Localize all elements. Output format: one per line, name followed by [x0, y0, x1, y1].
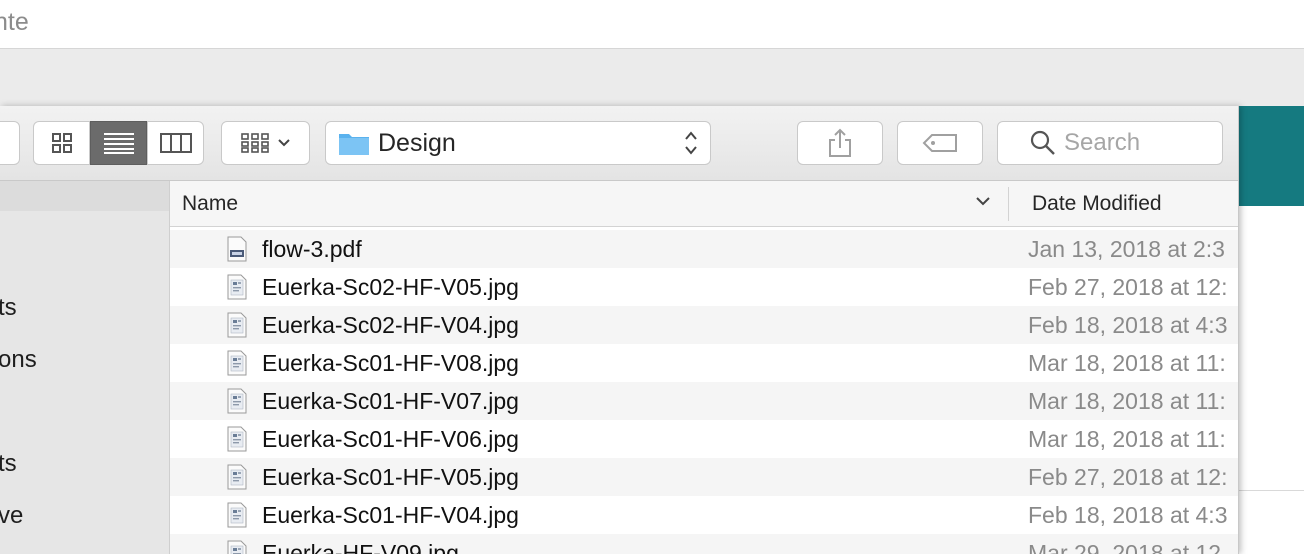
file-date-modified: Mar 18, 2018 at 11: — [1028, 388, 1226, 414]
page-title: nte — [0, 8, 29, 36]
dialog-toolbar: Design Search — [0, 106, 1238, 181]
image-file-icon — [227, 502, 247, 528]
file-name: Euerka-Sc02-HF-V04.jpg — [262, 312, 519, 338]
file-date-modified: Mar 29, 2018 at 12 — [1028, 540, 1222, 554]
view-mode-control — [33, 121, 204, 165]
search-input[interactable]: Search — [1064, 129, 1140, 157]
background-toolbar — [0, 49, 1304, 105]
folder-popup[interactable]: Design — [325, 121, 711, 165]
file-row[interactable]: flow-3.pdf Jan 13, 2018 at 2:3 — [170, 230, 1238, 268]
column-separator[interactable] — [1008, 187, 1009, 221]
image-file-icon — [227, 350, 247, 376]
search-field[interactable]: Search — [997, 121, 1223, 165]
list-view-icon — [103, 133, 134, 154]
share-icon — [829, 128, 851, 157]
sidebar: ts ons ts ve — [0, 181, 170, 554]
arrange-grid-icon — [240, 133, 269, 153]
file-date-modified: Feb 27, 2018 at 12: — [1028, 274, 1228, 300]
file-name: Euerka-Sc01-HF-V08.jpg — [262, 350, 519, 376]
column-name-header[interactable]: Name — [182, 192, 238, 216]
image-file-icon — [227, 540, 247, 554]
sidebar-item-1[interactable]: ts — [0, 294, 17, 322]
tag-button[interactable] — [897, 121, 983, 165]
image-file-icon — [227, 388, 247, 414]
folder-name: Design — [378, 128, 456, 157]
file-row[interactable]: Euerka-Sc01-HF-V04.jpg Feb 18, 2018 at 4:… — [170, 496, 1238, 534]
sort-chevron-icon[interactable] — [975, 195, 991, 207]
file-name: Euerka-Sc02-HF-V05.jpg — [262, 274, 519, 300]
file-row[interactable]: Euerka-Sc01-HF-V05.jpg Feb 27, 2018 at 12… — [170, 458, 1238, 496]
file-date-modified: Mar 18, 2018 at 11: — [1028, 350, 1226, 376]
file-date-modified: Jan 13, 2018 at 2:3 — [1028, 236, 1225, 262]
image-file-icon — [227, 274, 247, 300]
chevron-down-icon — [277, 139, 290, 147]
folder-icon — [339, 134, 369, 155]
file-row[interactable]: Euerka-Sc01-HF-V06.jpg Mar 18, 2018 at 11… — [170, 420, 1238, 458]
search-icon — [1030, 130, 1055, 155]
file-row[interactable]: Euerka-Sc02-HF-V04.jpg Feb 18, 2018 at 4:… — [170, 306, 1238, 344]
background-accent-bar — [1234, 106, 1304, 206]
background-content — [1234, 206, 1304, 554]
file-row[interactable]: Euerka-Sc02-HF-V05.jpg Feb 27, 2018 at 12… — [170, 268, 1238, 306]
file-name: Euerka-Sc01-HF-V07.jpg — [262, 388, 519, 414]
column-view-icon — [159, 133, 192, 153]
file-row[interactable]: Euerka-Sc01-HF-V08.jpg Mar 18, 2018 at 11… — [170, 344, 1238, 382]
image-file-icon — [227, 312, 247, 338]
file-date-modified: Feb 18, 2018 at 4:3 — [1028, 312, 1228, 338]
pdf-file-icon — [227, 236, 247, 262]
image-file-icon — [227, 426, 247, 452]
sidebar-item-2[interactable]: ons — [0, 346, 37, 374]
sidebar-selected-item[interactable] — [0, 181, 169, 211]
image-file-icon — [227, 464, 247, 490]
column-date-header[interactable]: Date Modified — [1032, 192, 1162, 216]
column-header: Name Date Modified — [170, 181, 1238, 227]
file-name: Euerka-Sc01-HF-V06.jpg — [262, 426, 519, 452]
file-name: Euerka-HF-V09.jpg — [262, 540, 459, 554]
file-date-modified: Feb 18, 2018 at 4:3 — [1028, 502, 1228, 528]
file-row[interactable]: Euerka-HF-V09.jpg Mar 29, 2018 at 12 — [170, 534, 1238, 554]
file-open-dialog: Design Search s ons s ve Name Date Modif… — [0, 106, 1239, 554]
sidebar-item-4[interactable]: ve — [0, 502, 23, 530]
list-view-button[interactable] — [90, 121, 147, 165]
tag-icon — [922, 134, 957, 152]
divider — [1234, 490, 1304, 491]
icon-view-icon — [51, 133, 72, 153]
file-row[interactable]: Euerka-Sc01-HF-V07.jpg Mar 18, 2018 at 11… — [170, 382, 1238, 420]
up-down-chevron-icon — [685, 131, 697, 155]
file-name: Euerka-Sc01-HF-V04.jpg — [262, 502, 519, 528]
column-view-button[interactable] — [147, 121, 204, 165]
file-name: flow-3.pdf — [262, 236, 362, 262]
page-header: nte — [0, 0, 1304, 49]
nav-back-forward-button[interactable] — [0, 121, 20, 165]
file-name: Euerka-Sc01-HF-V05.jpg — [262, 464, 519, 490]
icon-view-button[interactable] — [33, 121, 90, 165]
file-date-modified: Feb 27, 2018 at 12: — [1028, 464, 1228, 490]
file-list: Name Date Modified flow-3.pdf Jan 13, 201… — [170, 181, 1238, 554]
arrange-button[interactable] — [221, 121, 310, 165]
file-date-modified: Mar 18, 2018 at 11: — [1028, 426, 1226, 452]
share-button[interactable] — [797, 121, 883, 165]
sidebar-item-3[interactable]: ts — [0, 450, 17, 478]
